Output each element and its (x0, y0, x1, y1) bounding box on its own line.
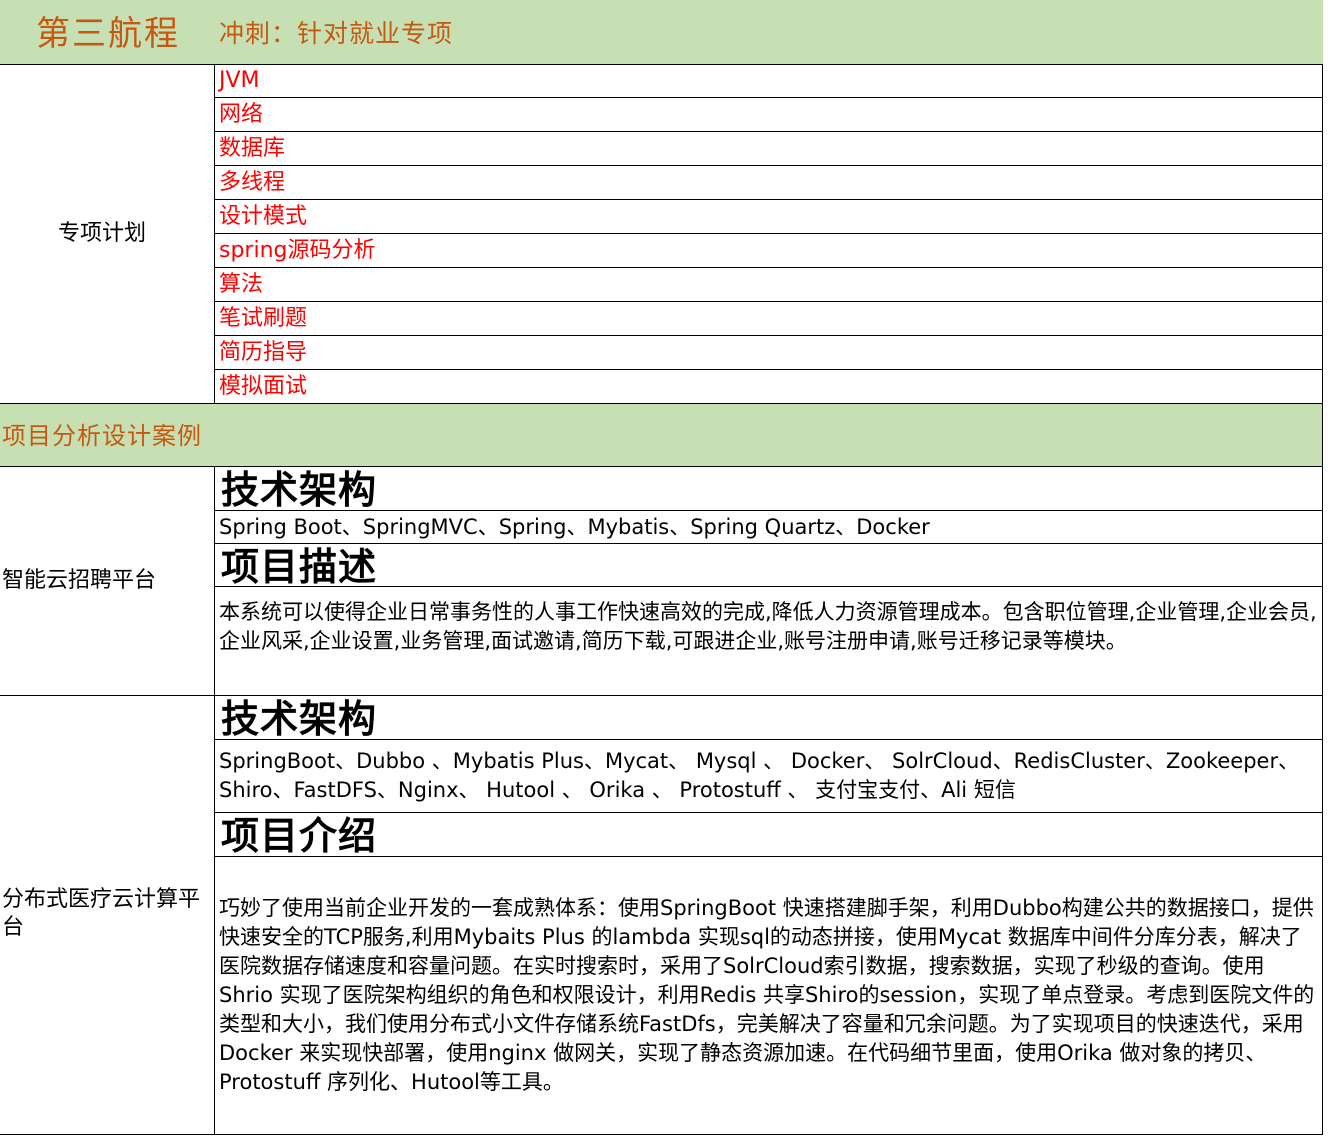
plan-item-mock-interview: 模拟面试 (219, 374, 308, 399)
plan-divider (214, 64, 215, 404)
row-line (0, 695, 1323, 696)
plan-item-database: 数据库 (219, 136, 286, 161)
row-line (214, 856, 1323, 857)
row-line (214, 97, 1323, 98)
plan-item-resume: 简历指导 (219, 340, 308, 365)
project2-tech-heading: 技术架构 (221, 697, 378, 741)
row-line (214, 335, 1323, 336)
row-line (214, 369, 1323, 370)
header-title: 第三航程 (36, 14, 180, 54)
project2-desc-heading: 项目介绍 (221, 814, 378, 858)
project2-name: 分布式医疗云计算平台 (2, 887, 201, 940)
row-line (214, 543, 1323, 544)
plan-item-jvm: JVM (219, 68, 260, 93)
row-line (0, 64, 1323, 65)
row-line (214, 586, 1323, 587)
row-line (0, 466, 1323, 467)
plan-item-algorithm: 算法 (219, 272, 264, 297)
project1-tech-heading: 技术架构 (221, 468, 378, 512)
project1-tech: Spring Boot、SpringMVC、Spring、Mybatis、Spr… (219, 515, 930, 539)
project1-divider (214, 466, 215, 695)
project2-divider (214, 695, 215, 1135)
plan-item-written-test: 笔试刷题 (219, 306, 308, 331)
plan-item-network: 网络 (219, 102, 264, 127)
header-band (0, 0, 1323, 64)
plan-item-multithread: 多线程 (219, 170, 286, 195)
project2-desc: 巧妙了使用当前企业开发的一套成熟体系：使用SpringBoot 快速搭建脚手架，… (219, 896, 1315, 1094)
cases-title: 项目分析设计案例 (2, 422, 202, 450)
project2-tech: SpringBoot、Dubbo 、Mybatis Plus、Mycat、 My… (219, 749, 1300, 802)
row-line (214, 131, 1323, 132)
row-line (214, 233, 1323, 234)
plan-item-design-pattern: 设计模式 (219, 204, 308, 229)
row-line (0, 1134, 1323, 1135)
project1-name: 智能云招聘平台 (2, 568, 157, 593)
row-line (214, 199, 1323, 200)
right-border (1322, 64, 1323, 1135)
header-subtitle: 冲刺：针对就业专项 (219, 19, 454, 48)
row-line (214, 510, 1323, 511)
row-line (214, 739, 1323, 740)
row-line (214, 165, 1323, 166)
plan-item-spring-source: spring源码分析 (219, 238, 376, 263)
project1-desc: 本系统可以使得企业日常事务性的人事工作快速高效的完成,降低人力资源管理成本。包含… (219, 600, 1317, 653)
row-line (214, 301, 1323, 302)
row-line (214, 267, 1323, 268)
plan-label: 专项计划 (58, 221, 147, 246)
row-line (214, 812, 1323, 813)
project1-desc-heading: 项目描述 (221, 545, 378, 589)
